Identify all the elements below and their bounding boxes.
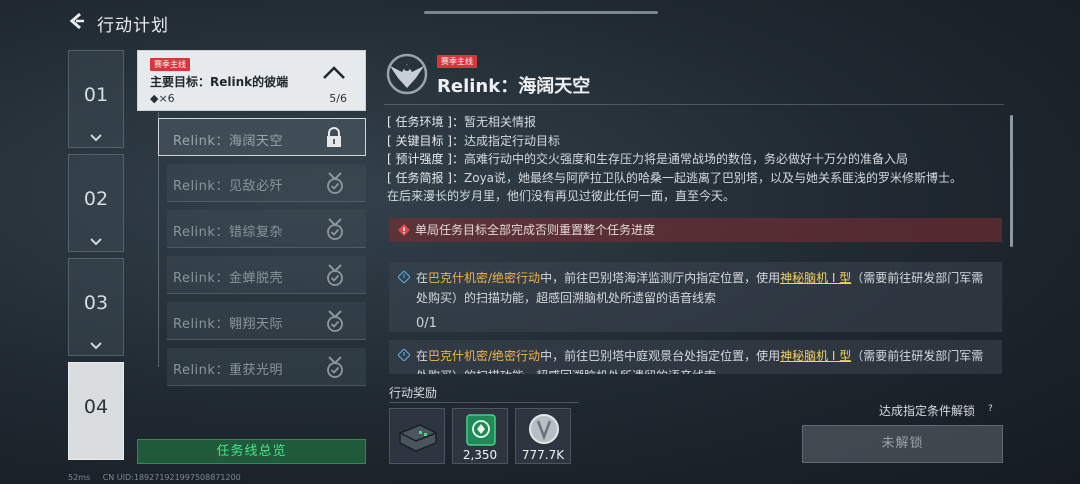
- status-bar: 52ms CN UID:1892719219975088712​00: [68, 473, 251, 482]
- warning-diamond-icon: [398, 224, 410, 236]
- chapter-tab-02[interactable]: 02: [68, 154, 124, 252]
- reward-item[interactable]: 777.7K: [515, 408, 571, 464]
- rewards-label: 行动奖励: [389, 386, 438, 400]
- objective-text: 中，前往巴别塔海洋监测厅内指定位置，使用: [540, 271, 781, 285]
- reward-amount: 777.7K: [521, 448, 565, 462]
- eagle-emblem-icon: [386, 53, 428, 95]
- subquest-item[interactable]: Relink：海阔天空: [158, 118, 366, 156]
- quest-card[interactable]: 赛季主线 主要目标：Relink的彼端 ◆×6 5/6: [137, 50, 366, 111]
- questline-overview-button[interactable]: 任务线总览: [137, 439, 366, 464]
- subquest-label: Relink：金蝉脱壳: [173, 271, 283, 286]
- chevron-down-icon: [90, 134, 102, 142]
- chapter-number: 02: [83, 188, 109, 210]
- subquest-label: Relink：海阔天空: [173, 134, 283, 149]
- chapter-number: 01: [83, 84, 109, 106]
- green-emblem-icon: [466, 414, 496, 446]
- chevron-down-icon: [90, 238, 102, 246]
- medal-check-icon: [327, 356, 343, 378]
- mission-title: Relink：海阔天空: [437, 76, 591, 97]
- mission-info: [ 任务环境 ]：暂无相关情报 [ 关键目标 ]：达成指定行动目标 [ 预计强度…: [387, 113, 1007, 206]
- warning-banner: 单局任务目标全部完成否则重置整个任务进度: [389, 218, 1002, 242]
- info-key: [ 任务环境 ]：: [387, 115, 464, 129]
- medal-check-icon: [327, 172, 343, 194]
- objective-count: 0/1: [416, 316, 437, 331]
- subquest-label: Relink：见敌必歼: [173, 179, 283, 194]
- page-title: 行动计划: [97, 16, 169, 36]
- subquest-label: Relink：错综复杂: [173, 225, 283, 240]
- chevron-up-icon[interactable]: [321, 65, 347, 81]
- info-value: 暂无相关情报: [464, 115, 537, 129]
- warning-text: 单局任务目标全部完成否则重置整个任务进度: [415, 223, 656, 237]
- quest-progress: 5/6: [329, 92, 347, 105]
- subquest-item[interactable]: Relink：错综复杂: [167, 210, 366, 248]
- silver-coin-icon: [529, 414, 559, 444]
- medal-check-icon: [327, 218, 343, 240]
- locked-button[interactable]: 未解锁: [802, 425, 1003, 463]
- uid-readout: CN UID:1892719219975088712​00: [102, 473, 241, 482]
- subquest-label: Relink：翱翔天际: [173, 317, 283, 332]
- chapter-number: 03: [83, 292, 109, 314]
- objective-item-link[interactable]: 神秘脑机 I 型: [780, 271, 851, 285]
- objective-item: 在巴克什机密/绝密行动中，前往巴别塔中庭观景台处指定位置，使用神秘脑机 I 型（…: [389, 340, 1002, 374]
- ping-readout: 52ms: [68, 473, 91, 482]
- reward-amount: 2,350: [462, 448, 498, 462]
- subquest-label: Relink：重获光明: [173, 363, 283, 378]
- info-diamond-icon: [398, 349, 410, 361]
- chapter-tab-01[interactable]: 01: [68, 50, 124, 148]
- subquest-item[interactable]: Relink：金蝉脱壳: [167, 256, 366, 294]
- objective-operation: 巴克什机密/绝密行动: [428, 271, 541, 285]
- season-tag: 赛季主线: [437, 55, 477, 68]
- objective-text: 中，前往巴别塔中庭观景台处指定位置，使用: [540, 349, 781, 363]
- info-value: 在后来漫长的岁月里，他们没有再见过彼此任何一面，直至今天。: [387, 189, 736, 203]
- subquest-item[interactable]: Relink：重获光明: [167, 348, 366, 386]
- info-value: Zoya说，她最终与阿萨拉卫队的哈桑一起逃离了巴别塔，以及与她关系匪浅的罗米修斯…: [464, 170, 963, 185]
- top-handle-bar: [424, 11, 658, 14]
- objective-item-link[interactable]: 神秘脑机 I 型: [780, 349, 851, 363]
- info-key: [ 任务简报 ]：: [387, 170, 464, 185]
- reward-item[interactable]: 2,350: [452, 408, 508, 464]
- unlock-hint: 达成指定条件解锁: [879, 404, 976, 418]
- info-key: [ 关键目标 ]：: [387, 133, 464, 148]
- divider: [389, 402, 579, 403]
- divider: [384, 104, 1004, 105]
- subquest-item[interactable]: Relink：见敌必歼: [167, 164, 366, 202]
- subquest-item[interactable]: Relink：翱翔天际: [167, 302, 366, 340]
- reward-item[interactable]: [389, 408, 445, 464]
- lock-icon: [327, 127, 341, 147]
- objective-operation: 巴克什机密/绝密行动: [428, 349, 541, 363]
- objective-text: 在: [416, 349, 429, 363]
- chevron-down-icon: [90, 342, 102, 350]
- help-icon[interactable]: ?: [988, 404, 993, 414]
- back-arrow-icon: [69, 12, 84, 30]
- medal-check-icon: [327, 264, 343, 286]
- info-key: [ 预计强度 ]：: [387, 152, 464, 166]
- scrollbar[interactable]: [1010, 115, 1013, 247]
- objective-text: 在: [416, 271, 429, 285]
- objective-item: 在巴克什机密/绝密行动中，前往巴别塔海洋监测厅内指定位置，使用神秘脑机 I 型（…: [389, 262, 1002, 332]
- medal-check-icon: [327, 310, 343, 332]
- quest-title: 主要目标：Relink的彼端: [150, 75, 289, 89]
- info-value: 达成指定行动目标: [464, 133, 561, 148]
- info-value: 高难行动中的交火强度和生存压力将是通常战场的数倍，务必做好十万分的准备入局: [464, 152, 909, 166]
- device-case-icon: [399, 424, 437, 452]
- season-tag: 赛季主线: [150, 58, 190, 71]
- chapter-tab-03[interactable]: 03: [68, 258, 124, 356]
- chapter-tab-04[interactable]: 04: [68, 362, 124, 460]
- chapter-number: 04: [83, 396, 109, 418]
- info-diamond-icon: [398, 271, 410, 283]
- quest-reward: ◆×6: [150, 92, 175, 105]
- back-button[interactable]: [66, 10, 88, 32]
